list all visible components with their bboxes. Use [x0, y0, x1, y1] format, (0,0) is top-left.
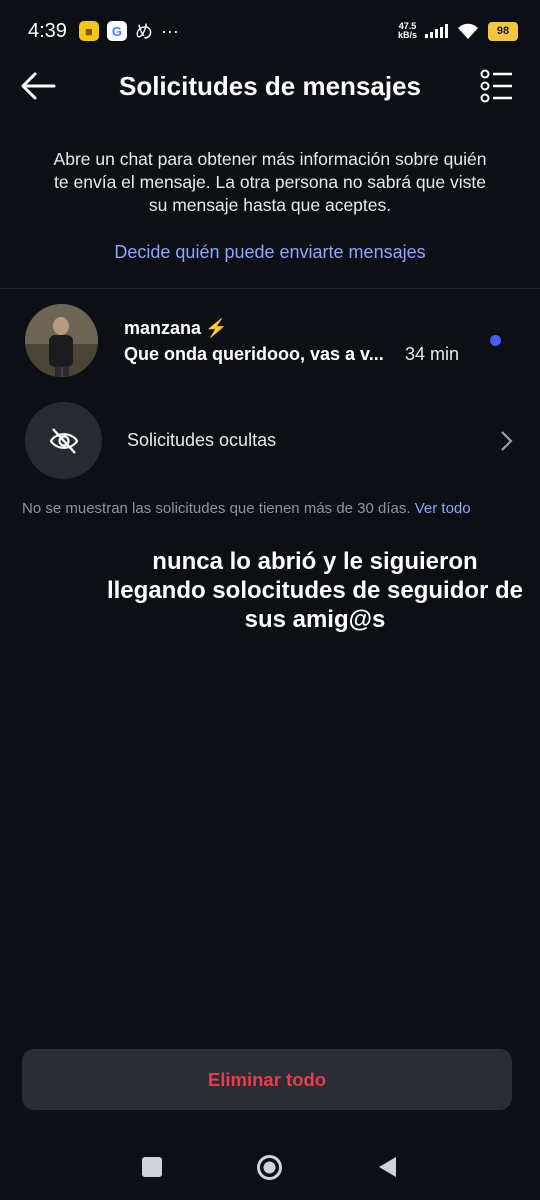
old-requests-note: No se muestran las solicitudes que tiene…: [22, 499, 512, 518]
google-icon: G: [106, 21, 127, 41]
back-triangle-button[interactable]: [376, 1155, 398, 1179]
chevron-right-icon: [501, 431, 513, 451]
message-time: 34 min: [405, 344, 460, 364]
old-requests-note-text: No se muestran las solicitudes que tiene…: [22, 500, 411, 517]
unread-indicator: [490, 335, 501, 346]
recents-button[interactable]: [142, 1157, 162, 1177]
status-time: 4:39: [28, 19, 67, 42]
status-right: 47.5 kB/s 98: [398, 21, 518, 41]
status-left: 4:39 ■ G め ···: [28, 18, 179, 44]
delete-all-button[interactable]: Eliminar todo: [22, 1049, 512, 1110]
eye-off-icon: [49, 427, 78, 454]
home-button[interactable]: [256, 1154, 283, 1181]
overlay-caption: nunca lo abrió y le siguieron llegando s…: [106, 548, 524, 633]
wifi-icon: [458, 23, 478, 39]
sender-name: manzana ⚡: [124, 318, 227, 339]
view-all-link[interactable]: Ver todo: [415, 500, 471, 517]
network-speed-unit: kB/s: [397, 30, 417, 40]
lightning-emoji: ⚡: [205, 318, 228, 338]
system-nav-bar: [0, 1140, 540, 1200]
status-bar: 4:39 ■ G め ··· 47.5 kB/s 98: [0, 0, 540, 62]
hidden-icon-container: [25, 402, 102, 479]
more-notifications-icon: ···: [160, 20, 179, 41]
battery-icon: 98: [488, 21, 518, 41]
message-settings-link[interactable]: Decide quién puede enviarte mensajes: [0, 242, 540, 263]
network-speed: 47.5 kB/s: [398, 22, 417, 40]
notification-glyph: め: [134, 22, 153, 42]
header: Solicitudes de mensajes: [0, 62, 540, 110]
page-title: Solicitudes de mensajes: [118, 71, 421, 101]
hidden-requests-row[interactable]: Solicitudes ocultas: [0, 402, 540, 480]
signal-icon: [425, 24, 448, 38]
manage-list-icon[interactable]: [480, 68, 514, 104]
notification-app-icon: ■: [78, 21, 99, 41]
hidden-requests-label: Solicitudes ocultas: [127, 430, 277, 450]
message-request-row[interactable]: manzana ⚡ Que onda queridooo, vas a v... …: [0, 298, 540, 384]
avatar[interactable]: [25, 304, 98, 377]
info-text: Abre un chat para obtener más informació…: [53, 149, 487, 215]
divider: [0, 288, 540, 289]
message-preview: Que onda queridooo, vas a v...: [124, 344, 384, 364]
sender-name-text: manzana: [124, 318, 202, 338]
